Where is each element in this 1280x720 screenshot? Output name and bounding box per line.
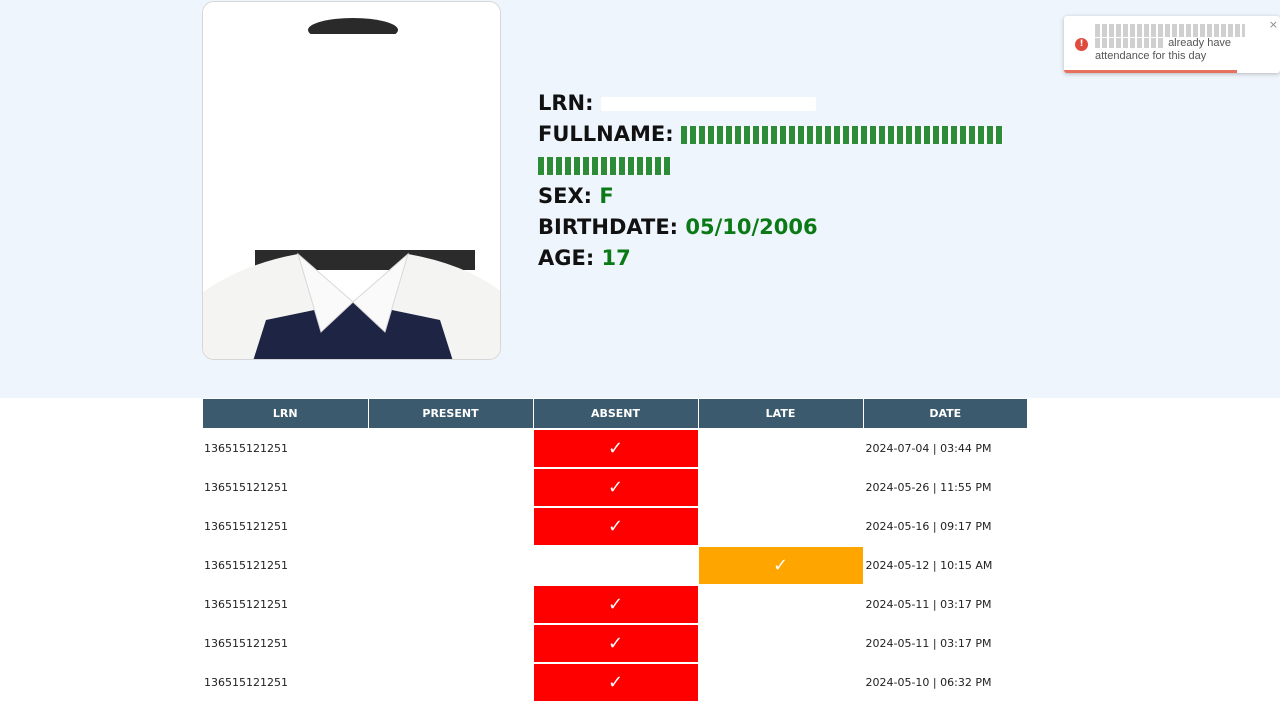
row-lrn: 136515121251 bbox=[203, 428, 369, 468]
row-late-cell: ✓ bbox=[698, 545, 864, 585]
row-late-cell bbox=[698, 584, 864, 624]
lrn-value-redacted bbox=[600, 97, 816, 111]
header-late: LATE bbox=[698, 399, 864, 429]
row-present-cell bbox=[368, 428, 534, 468]
row-date: 2024-05-26 | 11:55 PM bbox=[863, 467, 1028, 507]
row-absent-cell: ✓ bbox=[533, 506, 699, 546]
row-absent-cell: ✓ bbox=[533, 428, 699, 468]
age-value: 17 bbox=[601, 246, 631, 270]
table-row: 136515121251 ✓ 2024-05-16 | 09:17 PM bbox=[203, 506, 1028, 546]
row-lrn: 136515121251 bbox=[203, 467, 369, 507]
row-late-cell bbox=[698, 623, 864, 663]
sex-row: SEX: F bbox=[538, 181, 1008, 212]
table-row: 136515121251 ✓ 2024-05-12 | 10:15 AM bbox=[203, 545, 1028, 585]
birthdate-row: BIRTHDATE: 05/10/2006 bbox=[538, 212, 1008, 243]
row-present-cell bbox=[368, 506, 534, 546]
row-present-cell bbox=[368, 623, 534, 663]
birthdate-value: 05/10/2006 bbox=[685, 215, 818, 239]
table-row: 136515121251 ✓ 2024-05-11 | 03:17 PM bbox=[203, 623, 1028, 663]
sex-value: F bbox=[599, 184, 614, 208]
age-row: AGE: 17 bbox=[538, 243, 1008, 274]
table-row: 136515121251 ✓ 2024-07-04 | 03:44 PM bbox=[203, 428, 1028, 468]
lrn-label: LRN: bbox=[538, 91, 594, 115]
toast-message: already have attendance for this day bbox=[1095, 24, 1265, 63]
error-toast: ! already have attendance for this day × bbox=[1064, 16, 1280, 73]
row-absent-cell: ✓ bbox=[533, 623, 699, 663]
attendance-table-body: 136515121251 ✓ 2024-07-04 | 03:44 PM 136515… bbox=[203, 428, 1028, 701]
row-present-cell bbox=[368, 467, 534, 507]
sex-label: SEX: bbox=[538, 184, 593, 208]
row-date: 2024-05-11 | 03:17 PM bbox=[863, 623, 1028, 663]
check-icon: ✓ bbox=[607, 437, 624, 459]
fullname-row: FULLNAME: bbox=[538, 119, 1008, 150]
row-present-cell bbox=[368, 545, 534, 585]
check-icon: ✓ bbox=[607, 632, 624, 654]
table-row: 136515121251 ✓ 2024-05-26 | 11:55 PM bbox=[203, 467, 1028, 507]
row-late-cell bbox=[698, 467, 864, 507]
row-lrn: 136515121251 bbox=[203, 584, 369, 624]
table-row: 136515121251 ✓ 2024-05-11 | 03:17 PM bbox=[203, 584, 1028, 624]
row-absent-cell bbox=[533, 545, 699, 585]
toast-name-redacted-2 bbox=[1095, 38, 1165, 49]
student-info: LRN: FULLNAME: SEX: F BIRTHDATE: 05/10/2… bbox=[538, 88, 1008, 274]
birthdate-label: BIRTHDATE: bbox=[538, 215, 679, 239]
fullname-value-redacted-line2 bbox=[538, 157, 670, 175]
close-icon[interactable]: × bbox=[1269, 18, 1278, 31]
check-icon: ✓ bbox=[772, 554, 789, 576]
error-icon: ! bbox=[1075, 38, 1088, 51]
check-icon: ✓ bbox=[607, 515, 624, 537]
fullname-value-redacted bbox=[680, 126, 1003, 144]
attendance-table-header: LRN PRESENT ABSENT LATE DATE bbox=[203, 399, 1027, 429]
row-date: 2024-05-12 | 10:15 AM bbox=[863, 545, 1028, 585]
row-lrn: 136515121251 bbox=[203, 545, 369, 585]
row-present-cell bbox=[368, 662, 534, 701]
row-date: 2024-05-11 | 03:17 PM bbox=[863, 584, 1028, 624]
row-late-cell bbox=[698, 428, 864, 468]
header-absent: ABSENT bbox=[533, 399, 699, 429]
header-date: DATE bbox=[863, 399, 1027, 429]
row-lrn: 136515121251 bbox=[203, 506, 369, 546]
header-lrn: LRN bbox=[203, 399, 369, 429]
toast-progress-bar bbox=[1064, 70, 1237, 73]
row-date: 2024-05-10 | 06:32 PM bbox=[863, 662, 1028, 701]
row-lrn: 136515121251 bbox=[203, 623, 369, 663]
row-absent-cell: ✓ bbox=[533, 662, 699, 701]
fullname-label: FULLNAME: bbox=[538, 122, 674, 146]
header-present: PRESENT bbox=[368, 399, 534, 429]
student-photo bbox=[202, 1, 501, 360]
toast-name-redacted bbox=[1095, 24, 1245, 37]
row-absent-cell: ✓ bbox=[533, 584, 699, 624]
check-icon: ✓ bbox=[607, 476, 624, 498]
row-late-cell bbox=[698, 662, 864, 701]
age-label: AGE: bbox=[538, 246, 595, 270]
fullname-row-cont bbox=[538, 150, 1008, 181]
attendance-table: LRN PRESENT ABSENT LATE DATE 13651512125… bbox=[203, 399, 1028, 701]
student-photo-image bbox=[203, 2, 500, 359]
row-date: 2024-05-16 | 09:17 PM bbox=[863, 506, 1028, 546]
row-lrn: 136515121251 bbox=[203, 662, 369, 701]
row-date: 2024-07-04 | 03:44 PM bbox=[863, 428, 1028, 468]
row-late-cell bbox=[698, 506, 864, 546]
check-icon: ✓ bbox=[607, 593, 624, 615]
row-present-cell bbox=[368, 584, 534, 624]
lrn-row: LRN: bbox=[538, 88, 1008, 119]
table-row: 136515121251 ✓ 2024-05-10 | 06:32 PM bbox=[203, 662, 1028, 701]
row-absent-cell: ✓ bbox=[533, 467, 699, 507]
check-icon: ✓ bbox=[607, 671, 624, 693]
